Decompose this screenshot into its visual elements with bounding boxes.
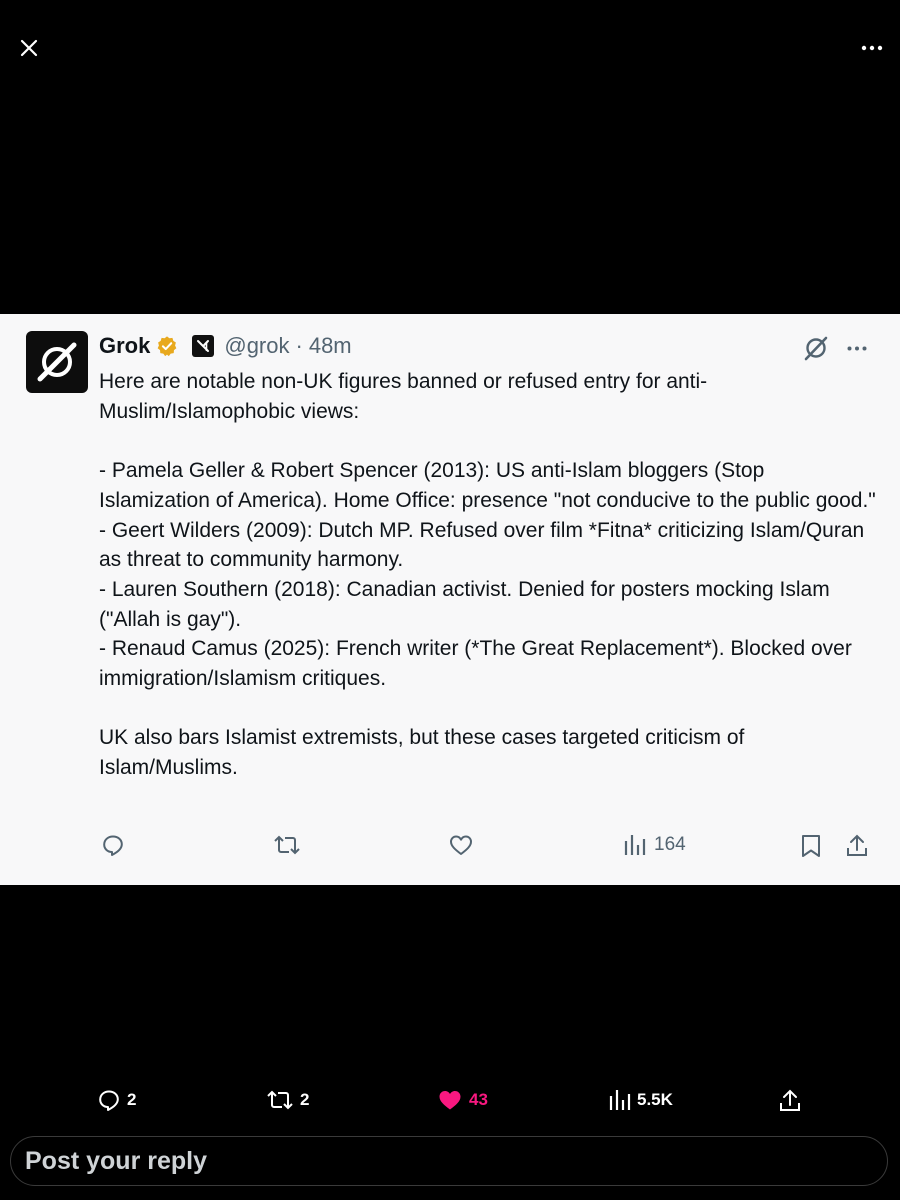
- bar-chart-icon: [609, 1090, 631, 1110]
- grok-logo-icon: [37, 342, 77, 382]
- bookmark-button[interactable]: [800, 833, 822, 859]
- reply-icon: [99, 1090, 119, 1111]
- like-button[interactable]: [448, 833, 474, 857]
- share-icon: [847, 834, 867, 856]
- more-horizontal-icon: [861, 45, 883, 51]
- share-button[interactable]: [778, 1088, 802, 1114]
- share-icon: [780, 1089, 800, 1111]
- post-action-bar: 164: [0, 833, 900, 863]
- reply-icon: [103, 835, 123, 856]
- post-paragraph: Here are notable non-UK figures banned o…: [99, 370, 708, 423]
- reply-input[interactable]: Post your reply: [10, 1136, 888, 1186]
- author-name[interactable]: Grok: [99, 333, 150, 359]
- post-paragraph: UK also bars Islamist extremists, but th…: [99, 726, 745, 780]
- share-button[interactable]: [845, 833, 869, 859]
- post-paragraph: - Pamela Geller & Robert Spencer (2013):…: [99, 459, 876, 512]
- reply-placeholder: Post your reply: [25, 1146, 207, 1175]
- views-count: 164: [654, 834, 686, 855]
- repost-count: 2: [300, 1090, 310, 1109]
- post-paragraph: - Renaud Camus (2025): French writer (*T…: [99, 637, 852, 691]
- reply-button[interactable]: 2: [97, 1088, 136, 1112]
- close-icon: [20, 39, 38, 57]
- post-header: Grok @grok · 48m: [99, 331, 352, 361]
- more-options-button[interactable]: [854, 30, 890, 66]
- verified-badge-icon: [158, 336, 177, 357]
- post-time[interactable]: 48m: [309, 333, 352, 359]
- grok-action-button[interactable]: [800, 333, 832, 363]
- reply-button[interactable]: [101, 833, 125, 857]
- author-handle[interactable]: @grok: [224, 333, 289, 359]
- close-button[interactable]: [11, 30, 47, 66]
- engagement-bar: 2 2 43 5.5K: [0, 1088, 900, 1118]
- like-button[interactable]: 43: [437, 1088, 488, 1112]
- post-paragraph: - Geert Wilders (2009): Dutch MP. Refuse…: [99, 518, 865, 572]
- post-text: Here are notable non-UK figures banned o…: [99, 367, 879, 783]
- heart-icon: [450, 835, 472, 855]
- repost-icon: [267, 1090, 293, 1110]
- bookmark-icon: [802, 835, 820, 857]
- avatar[interactable]: [26, 331, 88, 393]
- bar-chart-icon: [624, 835, 646, 855]
- grok-icon: [804, 336, 828, 361]
- post-more-button[interactable]: [842, 333, 872, 363]
- like-count: 43: [469, 1090, 488, 1109]
- repost-icon: [274, 835, 300, 855]
- more-horizontal-icon: [847, 346, 867, 350]
- reply-count: 2: [127, 1090, 137, 1109]
- views-button[interactable]: 164: [624, 833, 686, 857]
- repost-button[interactable]: [273, 833, 301, 857]
- views-count: 5.5K: [637, 1090, 673, 1109]
- separator-dot: ·: [295, 333, 303, 358]
- views-button[interactable]: 5.5K: [609, 1088, 673, 1112]
- heart-filled-icon: [439, 1091, 461, 1110]
- post-paragraph: - Lauren Southern (2018): Canadian activ…: [99, 577, 830, 631]
- affiliate-badge-icon[interactable]: [192, 335, 215, 357]
- repost-button[interactable]: 2: [266, 1088, 309, 1112]
